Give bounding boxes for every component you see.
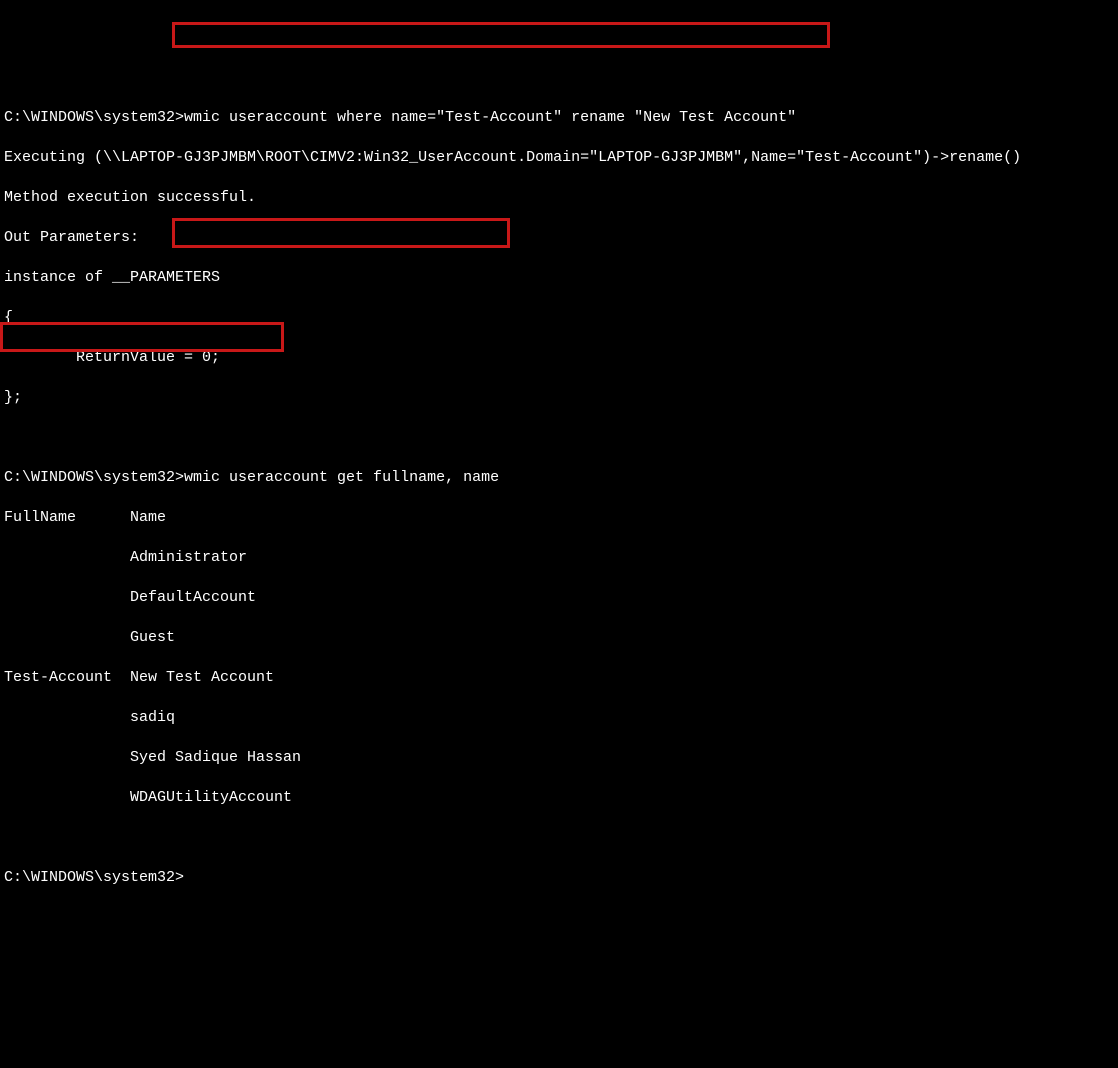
output-exec: Executing (\\LAPTOP-GJ3PJMBM\ROOT\CIMV2:… <box>4 148 1118 168</box>
table-row: Guest <box>4 628 1118 648</box>
table-row-highlight: Test-Account New Test Account <box>4 668 1118 688</box>
prompt-2: C:\WINDOWS\system32> <box>4 469 184 486</box>
table-row: sadiq <box>4 708 1118 728</box>
table-row: Syed Sadique Hassan <box>4 748 1118 768</box>
table-row: DefaultAccount <box>4 588 1118 608</box>
table-row: WDAGUtilityAccount <box>4 788 1118 808</box>
table-header: FullName Name <box>4 508 1118 528</box>
table-row: Administrator <box>4 548 1118 568</box>
prompt-1: C:\WINDOWS\system32> <box>4 109 184 126</box>
output-success: Method execution successful. <box>4 188 1118 208</box>
output-brace-close: }; <box>4 388 1118 408</box>
output-instance: instance of __PARAMETERS <box>4 268 1118 288</box>
command-1: wmic useraccount where name="Test-Accoun… <box>184 109 796 126</box>
output-returnvalue: ReturnValue = 0; <box>4 348 1118 368</box>
prompt-3[interactable]: C:\WINDOWS\system32> <box>4 869 184 886</box>
command-2: wmic useraccount get fullname, name <box>184 469 499 486</box>
output-brace-open: { <box>4 308 1118 328</box>
output-params-label: Out Parameters: <box>4 228 1118 248</box>
highlight-box-cmd1 <box>172 22 830 48</box>
